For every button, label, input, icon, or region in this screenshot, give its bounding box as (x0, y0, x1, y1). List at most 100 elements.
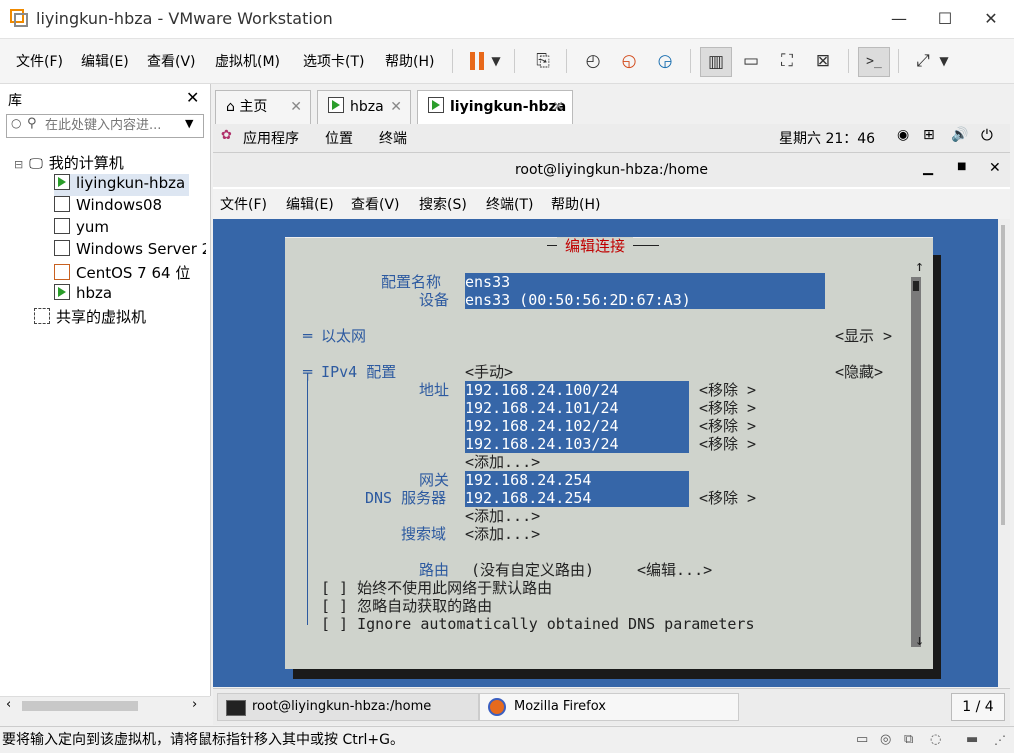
menu-tabs[interactable]: 选项卡(T) (303, 51, 364, 71)
ipv4-hide-button[interactable]: <隐藏> (835, 363, 883, 381)
term-menu-file[interactable]: 文件(F) (220, 194, 267, 214)
tree-vm-yum[interactable]: yum (54, 218, 109, 240)
minimize-button[interactable]: — (876, 0, 922, 38)
unity-icon[interactable]: ⊠ (808, 47, 838, 75)
taskbar-item-terminal[interactable]: root@liyingkun-hbza:/home (217, 693, 479, 721)
device-field[interactable]: ens33 (00:50:56:2D:67:A3) (465, 291, 825, 309)
send-keys-icon[interactable]: ⎘ (528, 47, 558, 75)
tree-vm-centos[interactable]: CentOS 7 64 位 (54, 262, 190, 284)
network-icon[interactable]: ⊞ (923, 127, 935, 143)
close-icon[interactable]: ✕ (186, 88, 199, 107)
scroll-right-icon[interactable]: › (192, 697, 197, 712)
tab-liyingkun-hbza[interactable]: liyingkun-hbza ✕ (417, 90, 573, 124)
terminal-close-button[interactable]: ✕ (989, 160, 1001, 176)
terminal-screen[interactable]: 编辑连接 配置名称 ens33 设备 ens33 (00:50:56:2D:67… (213, 219, 998, 687)
chevron-down-icon[interactable]: ▼ (185, 117, 193, 130)
power-icon[interactable]: ⏻ (981, 126, 993, 144)
term-menu-edit[interactable]: 编辑(E) (286, 194, 334, 214)
hdd-icon[interactable]: ▭ (856, 727, 868, 753)
snapshot-manager-icon[interactable]: ◶ (650, 47, 680, 75)
revert-snapshot-icon[interactable]: ◵ (614, 47, 644, 75)
library-hscrollbar[interactable]: ‹ › (0, 696, 210, 715)
menu-edit[interactable]: 编辑(E) (81, 51, 129, 71)
add-search-domain-button[interactable]: <添加...> (465, 525, 540, 543)
console-view-icon[interactable]: >_ (858, 47, 890, 77)
cd-icon[interactable]: ◎ (880, 727, 891, 753)
term-menu-search[interactable]: 搜索(S) (419, 194, 467, 214)
remove-address-4-button[interactable]: <移除 > (699, 435, 756, 453)
tree-vm-windows-server[interactable]: Windows Server 2 (54, 240, 206, 262)
address-field-2[interactable]: 192.168.24.101/24 (465, 399, 689, 417)
menu-help[interactable]: 帮助(H) (385, 51, 434, 71)
tree-vm-windows08[interactable]: Windows08 (54, 196, 162, 218)
close-icon[interactable]: ✕ (390, 91, 402, 123)
show-library-icon[interactable]: ▥ (700, 47, 732, 77)
resize-grip-icon[interactable]: ⋰ (994, 727, 1006, 753)
never-default-route-checkbox[interactable]: [ ] 始终不使用此网络于默认路由 (321, 579, 552, 597)
sound-icon[interactable]: ◌ (930, 727, 941, 753)
chevron-down-icon[interactable]: ▼ (934, 47, 954, 75)
address-field-1[interactable]: 192.168.24.100/24 (465, 381, 689, 399)
terminal-scrollbar[interactable] (998, 219, 1010, 687)
term-menu-help[interactable]: 帮助(H) (551, 194, 600, 214)
tree-vm-hbza[interactable]: hbza (54, 284, 112, 306)
dns-field[interactable]: 192.168.24.254 (465, 489, 689, 507)
tree-vm-liyingkun-hbza[interactable]: liyingkun-hbza (54, 174, 190, 196)
scroll-thumb[interactable] (22, 701, 138, 711)
remove-address-3-button[interactable]: <移除 > (699, 417, 756, 435)
tab-hbza[interactable]: hbza ✕ (317, 90, 411, 124)
profile-name-field[interactable]: ens33 (465, 273, 825, 291)
fullscreen-icon[interactable]: ⛶ (772, 47, 802, 75)
tree-shared-vms[interactable]: 共享的虚拟机 (34, 306, 146, 328)
term-menu-terminal[interactable]: 终端(T) (486, 194, 533, 214)
tab-home[interactable]: ⌂ 主页 ✕ (215, 90, 311, 124)
accessibility-icon[interactable]: ◉ (897, 127, 909, 143)
maximize-button[interactable]: ☐ (922, 0, 968, 38)
close-icon[interactable]: ✕ (290, 91, 302, 123)
ipv4-mode-select[interactable]: <手动> (465, 363, 513, 381)
places-menu[interactable]: 位置 (325, 128, 353, 148)
snapshot-icon[interactable]: ◴ (578, 47, 608, 75)
add-dns-button[interactable]: <添加...> (465, 507, 540, 525)
display-icon[interactable]: ▬ (966, 727, 978, 753)
term-menu-view[interactable]: 查看(V) (351, 194, 400, 214)
gateway-field[interactable]: 192.168.24.254 (465, 471, 689, 489)
ethernet-section[interactable]: ═ 以太网 (303, 327, 366, 345)
routing-edit-button[interactable]: <编辑...> (637, 561, 712, 579)
terminal-minimize-button[interactable]: ▁ (923, 161, 933, 176)
search-input[interactable] (43, 117, 177, 134)
remove-address-1-button[interactable]: <移除 > (699, 381, 756, 399)
chevron-down-icon[interactable]: ▼ (486, 47, 506, 75)
taskbar-item-firefox[interactable]: Mozilla Firefox (479, 693, 739, 721)
address-field-4[interactable]: 192.168.24.103/24 (465, 435, 689, 453)
tree-my-computer[interactable]: ⊟ 🖵 我的计算机 (14, 152, 124, 174)
network-adapter-icon[interactable]: ⧉ (904, 727, 913, 753)
add-address-button[interactable]: <添加...> (465, 453, 540, 471)
terminal-maximize-button[interactable]: ■ (957, 161, 966, 172)
ignore-auto-routes-checkbox[interactable]: [ ] 忽略自动获取的路由 (321, 597, 492, 615)
close-button[interactable]: ✕ (968, 0, 1014, 38)
applications-menu[interactable]: 应用程序 (243, 128, 299, 148)
terminal-scroll-thumb[interactable] (1001, 225, 1005, 525)
dialog-scroll-thumb[interactable] (913, 281, 919, 291)
menu-file[interactable]: 文件(F) (16, 51, 63, 71)
close-icon[interactable]: ✕ (552, 91, 564, 123)
ignore-auto-dns-checkbox[interactable]: [ ] Ignore automatically obtained DNS pa… (321, 615, 754, 633)
menu-view[interactable]: 查看(V) (147, 51, 196, 71)
dialog-scroll-up[interactable]: ↑ (915, 257, 924, 275)
remove-dns-button[interactable]: <移除 > (699, 489, 756, 507)
scroll-left-icon[interactable]: ‹ (6, 697, 11, 712)
clock[interactable]: 星期六 21：46 (779, 128, 875, 148)
ethernet-show-button[interactable]: <显示 > (835, 327, 892, 345)
volume-icon[interactable]: 🔊 (951, 127, 968, 143)
menu-vm[interactable]: 虚拟机(M) (215, 51, 280, 71)
terminal-menu[interactable]: 终端 (379, 128, 407, 148)
address-field-3[interactable]: 192.168.24.102/24 (465, 417, 689, 435)
thumbnail-bar-icon[interactable]: ▭ (736, 47, 766, 75)
remove-address-2-button[interactable]: <移除 > (699, 399, 756, 417)
collapse-icon[interactable]: ⊟ (14, 158, 23, 171)
dialog-scroll-down[interactable]: ↓ (915, 631, 924, 649)
dialog-scrollbar[interactable] (911, 277, 921, 647)
workspace-pager[interactable]: 1 / 4 (951, 693, 1005, 721)
library-search[interactable]: ○ ⚲ ▼ (6, 114, 204, 138)
